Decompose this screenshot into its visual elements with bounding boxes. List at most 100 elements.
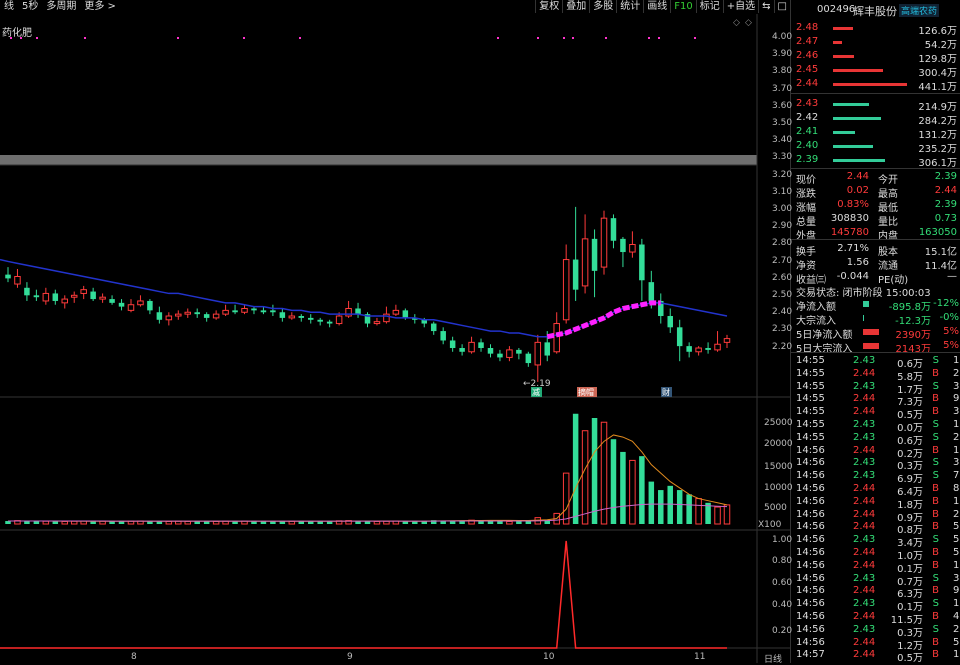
quote-value: 0.73 — [934, 213, 957, 224]
candle — [279, 308, 286, 322]
event-tag-1[interactable]: 减 — [531, 387, 542, 397]
tick-time: 14:55 — [796, 380, 825, 392]
stock-title: 002496 辉丰股份 高端农药 — [791, 0, 960, 20]
event-tag-2[interactable]: 摘帽 — [577, 387, 597, 397]
bid-row[interactable]: 2.43 214.9万 — [791, 97, 960, 113]
ask-row[interactable]: 2.45 300.4万 — [791, 63, 960, 79]
tick-time: 14:56 — [796, 585, 825, 597]
tick-row: 14:55 2.43 0.6万 S 2 — [791, 431, 960, 447]
candle-body — [468, 341, 475, 353]
tick-count: 5 — [953, 521, 960, 533]
candle-body — [667, 316, 673, 328]
event-tag-3[interactable]: 财 — [661, 387, 672, 397]
kline-chart[interactable]: ←2.19减 摘帽 财◇ ◇ — [0, 0, 790, 663]
tick-side: S — [932, 470, 939, 482]
candle — [686, 342, 692, 358]
quote-row: 净资 1.56 流通 11.4亿 — [791, 256, 960, 272]
candle — [449, 336, 456, 352]
candle-body — [127, 304, 135, 311]
tick-price: 2.44 — [853, 649, 876, 661]
tick-count: 1 — [953, 649, 960, 661]
candle-body — [33, 295, 40, 298]
tick-row: 14:56 2.43 6.9万 S 7 — [791, 470, 960, 485]
candle-body — [184, 311, 191, 315]
tick-count: 2 — [953, 431, 960, 443]
flow-bar — [863, 315, 864, 321]
volume-bar — [639, 456, 645, 524]
settings-diamond-icon[interactable]: ◇ — [745, 18, 752, 28]
ask-row[interactable]: 2.47 54.2万 — [791, 35, 960, 51]
candle — [270, 304, 276, 317]
stock-name[interactable]: 辉丰股份 — [853, 3, 897, 19]
candle-body — [449, 340, 456, 349]
volume-bar — [676, 490, 683, 524]
signal-dot — [10, 37, 12, 39]
tick-side: B — [932, 483, 939, 494]
bid-row[interactable]: 2.41 131.2万 — [791, 125, 960, 141]
candle — [326, 319, 333, 328]
candle — [317, 317, 323, 326]
candle — [203, 312, 210, 322]
volume-bar — [487, 521, 494, 524]
tick-price: 2.44 — [853, 495, 876, 507]
indicator-axis-label: 0.40 — [772, 600, 793, 610]
tick-row: 14:57 2.44 0.5万 B 1 — [791, 649, 960, 664]
diamond-icon[interactable]: ◇ — [733, 18, 740, 28]
quote-row: 收益㈢ -0.044 PE(动) — — [791, 270, 960, 286]
ask-row[interactable]: 2.48 126.6万 — [791, 21, 960, 37]
candle — [629, 231, 636, 258]
candle-body — [581, 238, 589, 287]
volume-bar — [610, 439, 617, 524]
candle — [288, 312, 296, 320]
candle — [222, 304, 229, 317]
volume-axis-label: 15000 — [764, 462, 793, 472]
candle-body — [723, 338, 731, 343]
bid-row[interactable]: 2.40 235.2万 — [791, 139, 960, 155]
tick-side: B — [932, 406, 939, 418]
ob-volume-bar — [833, 55, 854, 58]
tick-side: S — [932, 355, 939, 366]
tick-count: 3 — [953, 457, 960, 469]
orderbook-divider — [791, 93, 960, 94]
flow-row: 5日大宗流入 2143万 5% — [791, 339, 960, 355]
indicator-axis-label: 1.00 — [772, 535, 793, 545]
svg-text:摘帽: 摘帽 — [578, 387, 594, 397]
ask-row[interactable]: 2.46 129.8万 — [791, 49, 960, 65]
candle — [373, 317, 381, 326]
ob-price: 2.39 — [796, 154, 819, 165]
candle-body — [118, 302, 125, 307]
ob-volume-bar — [833, 117, 881, 120]
candle — [355, 302, 361, 318]
bid-row[interactable]: 2.39 306.1万 — [791, 153, 960, 169]
concept-tag[interactable]: 高端农药 — [899, 4, 940, 17]
price-axis-label: 2.70 — [772, 255, 793, 266]
candle-body — [270, 310, 276, 313]
period-label[interactable]: 日线 — [764, 652, 782, 665]
ma-line — [0, 258, 728, 338]
candle-body — [629, 244, 636, 253]
candle-body — [165, 315, 173, 321]
quote-row: 涨幅 0.83% 最低 2.39 — [791, 198, 960, 214]
ask-row[interactable]: 2.44 441.1万 — [791, 77, 960, 93]
bid-row[interactable]: 2.42 284.2万 — [791, 111, 960, 127]
tick-side: B — [932, 521, 939, 533]
candle-body — [222, 309, 229, 315]
candle-body — [241, 307, 248, 313]
volume-bar — [667, 485, 673, 524]
tick-time: 14:56 — [796, 559, 825, 571]
candle — [99, 293, 106, 303]
tick-side: S — [932, 457, 939, 469]
candle — [42, 287, 50, 305]
tick-row: 14:56 2.44 1.0万 B 5 — [791, 547, 960, 562]
price-axis-label: 2.80 — [772, 238, 793, 249]
candle-body — [430, 323, 437, 332]
signal-dot — [497, 37, 499, 39]
candle — [534, 334, 542, 382]
tick-price: 2.44 — [853, 559, 876, 571]
tick-count: 42 — [953, 611, 960, 622]
volume-bar — [184, 520, 191, 525]
flow-pct: 5% — [943, 326, 959, 337]
tick-row: 14:55 2.43 0.0万 S 1 — [791, 419, 960, 434]
flow-bar — [863, 343, 879, 349]
price-axis-label: 2.40 — [772, 307, 793, 318]
